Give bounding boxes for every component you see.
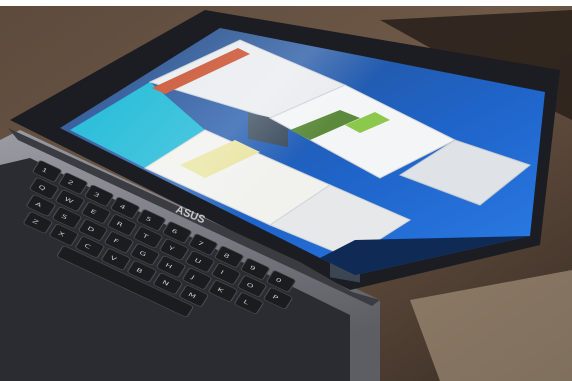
laptop-photo: 1234567890QWERTYUIOPASDFGHJKLZXCVBNM ASU… xyxy=(0,0,572,381)
